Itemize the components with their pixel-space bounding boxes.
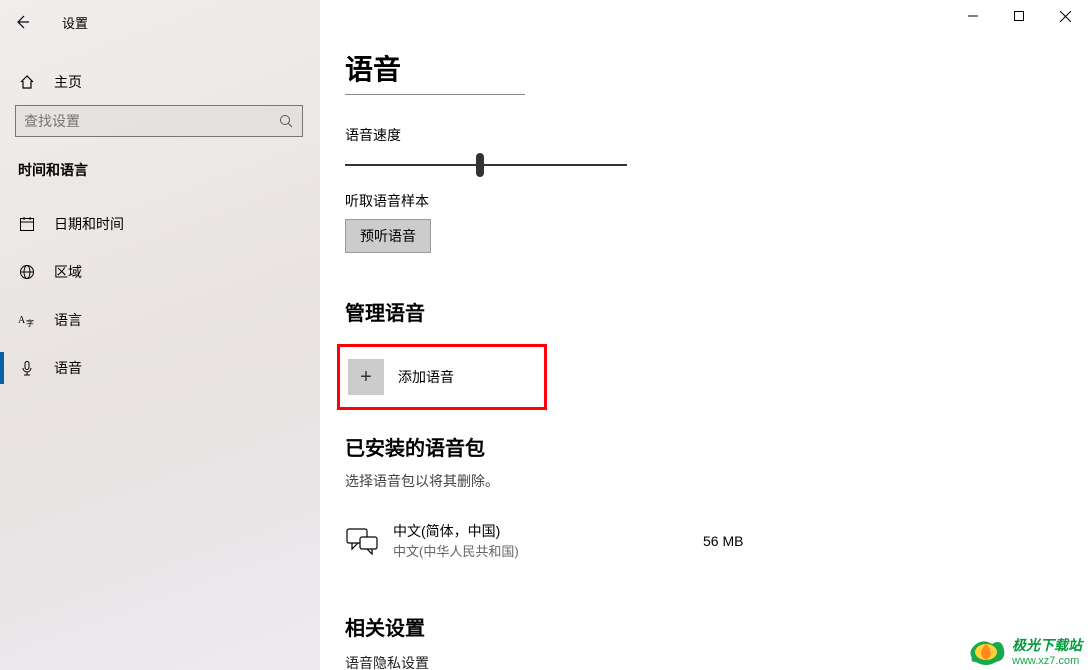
- slider-thumb[interactable]: [476, 153, 484, 177]
- related-settings-heading: 相关设置: [345, 612, 1045, 641]
- search-input[interactable]: [24, 113, 278, 129]
- installed-packs-desc: 选择语音包以将其删除。: [345, 471, 1045, 491]
- speed-label: 语音速度: [345, 125, 1045, 145]
- nav-item-label: 语音: [54, 358, 82, 378]
- watermark-url: www.xz7.com: [1012, 655, 1082, 667]
- nav-item-region[interactable]: 区域: [0, 248, 320, 296]
- window-controls: [950, 0, 1088, 32]
- add-voice-label: 添加语音: [398, 367, 454, 387]
- add-voice-button[interactable]: + 添加语音: [348, 357, 536, 397]
- nav-item-datetime[interactable]: 日期和时间: [0, 200, 320, 248]
- nav-item-label: 区域: [54, 262, 82, 282]
- watermark: 极光下载站 www.xz7.com: [966, 634, 1082, 668]
- annotation-highlight: + 添加语音: [337, 344, 547, 410]
- close-button[interactable]: [1042, 0, 1088, 32]
- globe-icon: [18, 264, 36, 280]
- speech-privacy-link[interactable]: 语音隐私设置: [345, 653, 1045, 670]
- home-icon: [18, 74, 36, 90]
- nav-item-label: 语言: [54, 310, 82, 330]
- titlebar: 设置: [0, 0, 1088, 44]
- voice-pack-name: 中文(简体，中国): [393, 521, 703, 541]
- plus-icon: +: [348, 359, 384, 395]
- manage-voices-heading: 管理语音: [345, 297, 1045, 326]
- voice-pack-item[interactable]: 中文(简体，中国) 中文(中华人民共和国) 56 MB: [345, 521, 1045, 560]
- page-heading: 语音: [345, 48, 1045, 88]
- back-button[interactable]: [0, 0, 44, 44]
- preview-voice-button[interactable]: 预听语音: [345, 219, 431, 253]
- watermark-text: 极光下载站: [1012, 635, 1082, 655]
- content-area: 语音 语音速度 听取语音样本 预听语音 管理语音 + 添加语音 已安装的语音包 …: [345, 48, 1045, 670]
- slider-track: [345, 164, 627, 166]
- speed-slider[interactable]: [345, 153, 627, 177]
- language-icon: A字: [18, 312, 36, 328]
- search-icon: [278, 113, 294, 129]
- nav-item-language[interactable]: A字 语言: [0, 296, 320, 344]
- home-nav[interactable]: 主页: [18, 64, 298, 100]
- minimize-button[interactable]: [950, 0, 996, 32]
- sample-label: 听取语音样本: [345, 191, 1045, 211]
- calendar-icon: [18, 216, 36, 232]
- search-box[interactable]: [15, 105, 303, 137]
- svg-text:A: A: [18, 315, 26, 326]
- installed-packs-heading: 已安装的语音包: [345, 432, 1045, 461]
- microphone-icon: [18, 360, 36, 376]
- heading-underline: [345, 94, 525, 95]
- voice-pack-size: 56 MB: [703, 533, 803, 549]
- speech-bubble-icon: [345, 524, 379, 558]
- voice-pack-text: 中文(简体，中国) 中文(中华人民共和国): [393, 521, 703, 560]
- nav-item-speech[interactable]: 语音: [0, 344, 320, 392]
- home-label: 主页: [54, 72, 82, 92]
- window-title: 设置: [62, 13, 88, 32]
- voice-pack-sub: 中文(中华人民共和国): [393, 541, 703, 560]
- svg-text:字: 字: [26, 318, 34, 328]
- category-header: 时间和语言: [18, 160, 88, 180]
- watermark-logo-icon: [966, 634, 1006, 668]
- nav-list: 日期和时间 区域 A字 语言 语音: [0, 200, 320, 392]
- nav-item-label: 日期和时间: [54, 214, 124, 234]
- maximize-button[interactable]: [996, 0, 1042, 32]
